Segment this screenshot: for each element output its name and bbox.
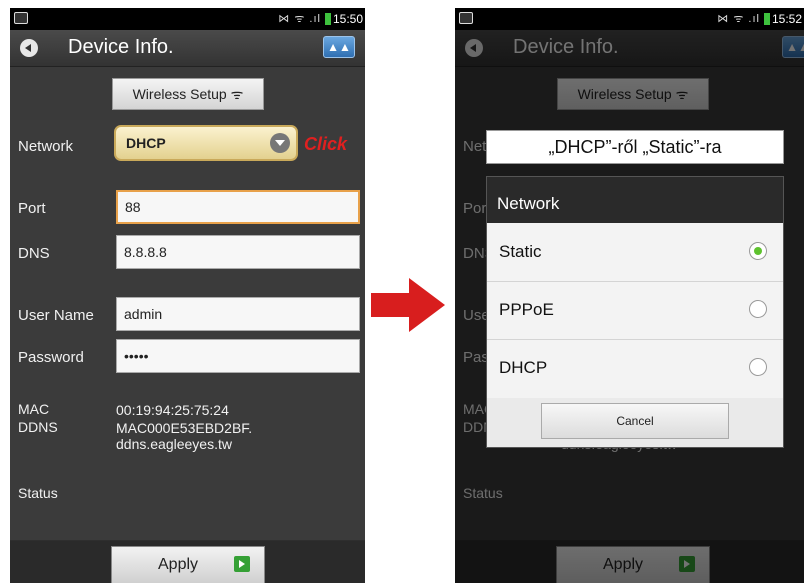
sub-toolbar: Wireless Setup ᯤ [10,67,365,120]
dialog-title: Network [497,194,560,213]
apply-bar: Apply [10,541,365,583]
radio-selected-icon[interactable] [749,242,767,260]
status-bar: ⋈ ᯤ .ıl 15:52 [455,8,804,30]
option-label: DHCP [499,358,548,377]
arrow-shape [371,278,445,332]
option-dhcp[interactable]: DHCP [487,339,783,397]
radio-unselected-icon[interactable] [749,300,767,318]
chevron-down-icon [270,133,290,153]
battery-icon [764,13,770,25]
status-bar: ⋈ ᯤ .ıl 15:50 [10,8,365,30]
status-time: 15:52 [771,12,802,26]
username-field[interactable]: admin [116,297,360,331]
go-arrow-icon [234,556,250,572]
settings-form: Network DHCP Click Port 88 DNS 8.8.8.8 U… [10,120,365,540]
password-label: Password [18,349,84,366]
instruction-caption: „DHCP”-ről „Static”-ra [486,130,784,164]
right-arrow-icon [371,278,445,332]
book-icon[interactable]: ▲▲ [323,36,355,58]
apply-button-label: Apply [158,556,199,573]
wireless-setup-button[interactable]: Wireless Setup ᯤ [112,78,264,110]
title-bar: Device Info. ▲▲ [10,30,365,67]
signal-icons: ⋈ ᯤ .ıl [278,13,321,25]
ddns-value-1: MAC000E53EBD2BF. [116,420,253,436]
network-dialog: Network Static PPPoE DHCP Cancel [486,176,784,448]
gallery-icon [14,12,28,24]
mac-label: MAC [18,401,50,417]
radio-unselected-icon[interactable] [749,358,767,376]
ddns-label: DDNS [18,419,58,435]
password-field[interactable]: ••••• [116,339,360,373]
network-select[interactable]: DHCP [114,125,298,161]
network-label: Network [18,138,74,155]
username-label: User Name [18,307,94,324]
network-select-value: DHCP [126,135,166,151]
dns-label: DNS [18,245,50,262]
option-label: Static [499,242,542,261]
gallery-icon [459,12,473,24]
ddns-value-2: ddns.eagleeyes.tw [116,436,232,452]
cancel-button[interactable]: Cancel [541,403,729,439]
status-label: Status [18,485,58,501]
dialog-options: Static PPPoE DHCP [487,223,783,398]
back-icon[interactable] [20,39,38,57]
phone-screen-before: ⋈ ᯤ .ıl 15:50 Device Info. ▲▲ Wireless S… [10,8,365,583]
apply-button[interactable]: Apply [111,546,265,583]
port-field[interactable]: 88 [116,190,360,224]
dialog-footer: Cancel [487,398,783,447]
mac-value: 00:19:94:25:75:24 [116,402,229,418]
option-static[interactable]: Static [487,223,783,282]
click-annotation: Click [304,134,348,154]
status-time: 15:50 [332,12,363,26]
dns-field[interactable]: 8.8.8.8 [116,235,360,269]
signal-icons: ⋈ ᯤ .ıl [717,13,760,25]
option-pppoe[interactable]: PPPoE [487,281,783,340]
page-title: Device Info. [68,36,174,58]
battery-icon [325,13,331,25]
port-label: Port [18,200,46,217]
option-label: PPPoE [499,300,554,319]
